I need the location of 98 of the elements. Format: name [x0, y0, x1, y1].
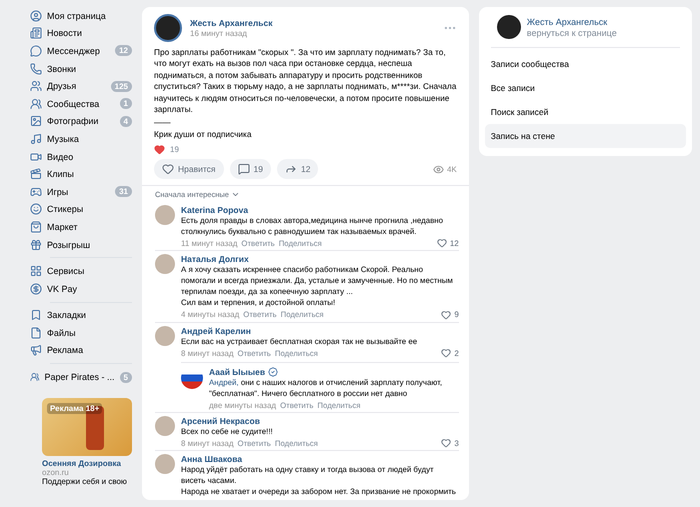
comment-time: 8 минут назад [181, 438, 234, 448]
comment-author[interactable]: Арсений Некрасов [181, 416, 459, 426]
image-icon [30, 115, 42, 128]
sidebar-item[interactable]: Звонки [30, 60, 132, 78]
ad-title[interactable]: Осенняя Дозировка [42, 458, 132, 468]
sidebar-item[interactable]: Друзья 125 [30, 77, 132, 95]
smile-icon [30, 203, 42, 216]
sidebar-item[interactable]: Игры 31 [30, 182, 132, 201]
sidebar-item[interactable]: Музыка [30, 130, 132, 148]
count-badge: 5 [120, 372, 132, 383]
comment-author[interactable]: Ааай Ыыыев [209, 367, 266, 378]
menu-item[interactable]: Записи сообщества [484, 52, 686, 76]
avatar-placeholder [155, 254, 175, 274]
post-text: Про зарплаты работникам "скорых ". За что им зарплату поднимать? За то, что могут ехать на вызов пол часа при остановке сердца, неспеша подниматься, а потом забывать аппаратуру и просить родственников спуститься? Таких в тюрьму надо, а не зарплаты поднимать, м****зи. Сначала научитесь к людям относиться по-человечески, а потом просите повышение зарплаты. [154, 47, 457, 116]
sidebar-item[interactable]: Фотографии 4 [30, 112, 132, 130]
ad-text: Поддержи себя и свою [42, 476, 128, 486]
sidebar-item[interactable]: Мессенджер 12 [30, 42, 132, 60]
sidebar-item[interactable]: Видео [30, 148, 132, 166]
megaphone-icon [30, 344, 42, 356]
music-icon [30, 132, 42, 145]
sidebar-item[interactable]: Реклама [30, 342, 132, 360]
comment-time: 4 минуты назад [181, 310, 240, 320]
ad-photo-placeholder[interactable]: Реклама 18+ [42, 398, 132, 456]
sidebar-item[interactable]: Сервисы [30, 262, 132, 280]
community-name[interactable]: Жесть Архангельск [526, 16, 674, 26]
community-avatar[interactable] [496, 15, 521, 39]
gift-icon [30, 238, 42, 251]
bag-icon [30, 220, 42, 233]
avatar-placeholder [155, 454, 175, 474]
bookmark-icon [30, 309, 42, 322]
chat-bubble-icon [30, 44, 42, 57]
file-icon [30, 326, 42, 339]
post-time: 16 минут назад [190, 29, 248, 38]
ad-domain: ozon.ru [42, 468, 70, 477]
gamepad-icon [30, 186, 42, 198]
user-icon [30, 10, 42, 22]
heart-icon [436, 238, 447, 248]
comment-time: две минуты назад [209, 400, 276, 410]
video-icon [30, 150, 42, 163]
like-button[interactable]: Нравится [154, 159, 224, 180]
like-button[interactable]: 3 [441, 438, 459, 448]
clip-icon [30, 168, 42, 180]
comment-author[interactable]: Наталья Долгих [181, 254, 459, 264]
view-count: 4K [432, 164, 457, 175]
post-signature: Крик души от подписчика [154, 128, 252, 140]
reaction-count: 19 [170, 145, 179, 154]
sidebar-item[interactable]: Сообщества 1 [30, 94, 132, 113]
sidebar-item[interactable]: Стикеры [30, 200, 132, 218]
count-badge: 1 [120, 98, 132, 110]
sidebar-item[interactable]: Файлы [30, 324, 132, 342]
menu-item[interactable]: Запись на стене [484, 124, 686, 148]
like-button[interactable]: 9 [441, 310, 459, 320]
count-badge: 125 [110, 80, 132, 92]
heart-icon [154, 144, 165, 156]
sidebar-item[interactable]: Paper Pirates - ... 5 [30, 368, 132, 386]
sidebar-item[interactable]: Розыгрыш [30, 236, 132, 254]
menu-item[interactable]: Все записи [484, 76, 686, 100]
sidebar-item[interactable]: Маркет [30, 218, 132, 236]
share-arrow-icon [284, 163, 297, 176]
heart-icon [441, 310, 452, 320]
eye-icon [432, 164, 444, 175]
like-button[interactable]: 2 [441, 348, 459, 358]
heart-icon [441, 348, 452, 358]
heart-icon [162, 163, 174, 176]
coin-icon [30, 282, 42, 295]
separator-text: —— [154, 117, 172, 129]
share-button[interactable]: 12 [276, 159, 318, 180]
menu-item[interactable]: Поиск записей [484, 100, 686, 124]
badge-icon [268, 367, 278, 378]
count-badge: 12 [115, 45, 132, 56]
sidebar-item[interactable]: Клипы [30, 165, 132, 183]
people-icon [30, 80, 42, 92]
grid-icon [30, 265, 42, 278]
comment-time: 11 минут назад [181, 238, 238, 248]
comment-author[interactable]: Андрей Карелин [181, 326, 459, 336]
count-badge: 4 [120, 116, 132, 127]
heart-icon [441, 438, 452, 448]
avatar-placeholder [155, 416, 175, 436]
comment-button[interactable]: 19 [230, 159, 271, 180]
count-badge: 31 [115, 186, 132, 198]
comment-time: 8 минут назад [181, 348, 234, 358]
sidebar-item[interactable]: VK Pay [30, 280, 132, 298]
ad-label: Реклама 18+ [47, 402, 102, 414]
avatar-placeholder [155, 205, 175, 226]
comment-author[interactable]: Анна Швакова [181, 454, 459, 464]
sidebar-item[interactable]: Моя страница [30, 7, 132, 25]
newspaper-icon [30, 27, 42, 40]
group-icon [30, 371, 40, 384]
speech-bubble-icon [238, 163, 250, 176]
comment-author[interactable]: Katerina Popova [181, 205, 459, 216]
sidebar-item[interactable]: Новости [30, 24, 132, 42]
group-icon [30, 98, 42, 110]
community-avatar[interactable] [154, 14, 182, 42]
post-author[interactable]: Жесть Архангельск [190, 18, 435, 28]
phone-icon [30, 62, 42, 75]
sidebar-item[interactable]: Закладки [30, 306, 132, 324]
avatar-placeholder [155, 326, 175, 346]
like-button[interactable]: 12 [436, 238, 459, 248]
